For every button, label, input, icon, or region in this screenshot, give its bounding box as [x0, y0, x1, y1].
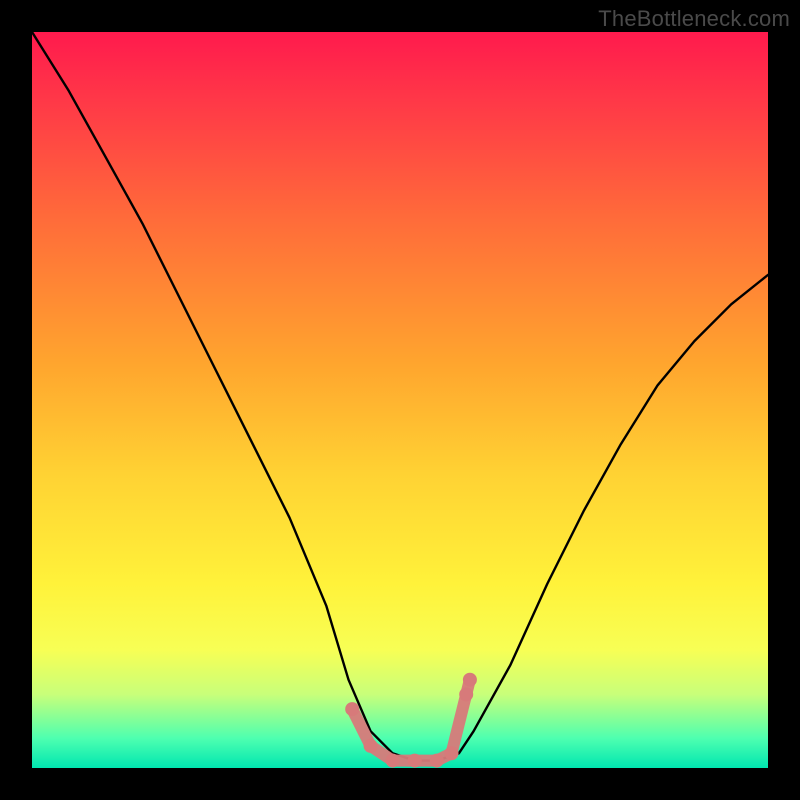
watermark-text: TheBottleneck.com [598, 6, 790, 32]
highlight-dot [463, 673, 477, 687]
highlight-dot [364, 739, 378, 753]
curve-svg [32, 32, 768, 768]
highlight-dot [430, 754, 444, 768]
highlight-dot [408, 754, 422, 768]
highlight-dot [445, 746, 459, 760]
highlight-dot [386, 754, 400, 768]
highlight-dot [459, 687, 473, 701]
highlight-dot [345, 702, 359, 716]
chart-frame: TheBottleneck.com [0, 0, 800, 800]
bottleneck-curve [32, 32, 768, 761]
plot-area [32, 32, 768, 768]
